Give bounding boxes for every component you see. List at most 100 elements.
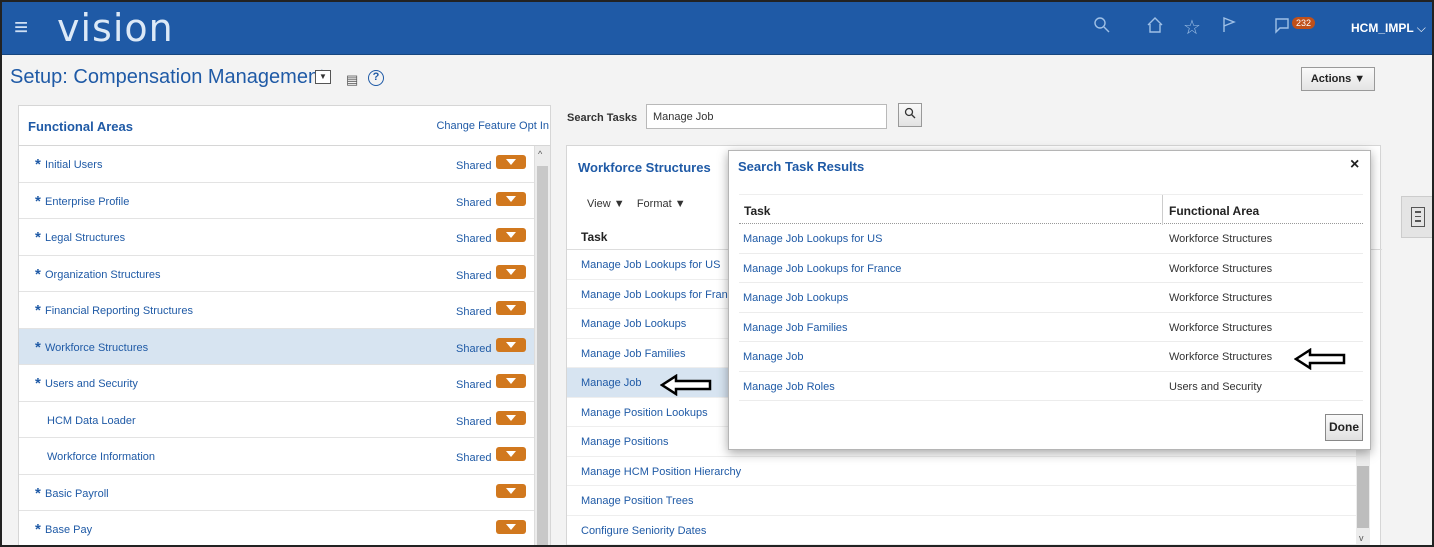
task-link[interactable]: Manage Position Trees (581, 495, 694, 507)
search-task-results-dialog: Search Task Results × Task Functional Ar… (728, 150, 1371, 450)
col-task-header[interactable]: Task (744, 204, 770, 218)
task-list-scrollbar[interactable]: v (1356, 446, 1370, 545)
functional-area-row[interactable]: HCM Data Loader Shared (19, 402, 550, 438)
result-task-link[interactable]: Manage Job Lookups (743, 292, 848, 304)
col-functional-area-header[interactable]: Functional Area (1169, 204, 1259, 218)
hamburger-icon[interactable]: ≡ (14, 16, 28, 40)
shared-label: Shared (456, 415, 492, 428)
functional-area-menu-button[interactable] (496, 483, 526, 498)
flag-icon[interactable] (1217, 16, 1241, 40)
result-task-link[interactable]: Manage Job (743, 351, 804, 363)
functional-area-label[interactable]: Organization Structures (45, 269, 161, 281)
functional-area-menu-button[interactable] (496, 410, 526, 425)
functional-area-menu-button[interactable] (496, 264, 526, 279)
task-link[interactable]: Manage Job Lookups for US (581, 259, 720, 271)
change-feature-opt-in-link[interactable]: Change Feature Opt In (436, 120, 549, 132)
functional-area-menu-button[interactable] (496, 228, 526, 242)
result-row[interactable]: Manage Job Families Workforce Structures (739, 313, 1363, 342)
scroll-thumb[interactable] (537, 166, 548, 545)
search-button[interactable] (898, 103, 922, 127)
functional-area-menu-button[interactable] (496, 155, 526, 169)
functional-areas-scrollbar[interactable]: ^ (534, 146, 550, 545)
functional-area-label[interactable]: Basic Payroll (45, 488, 109, 500)
functional-area-label[interactable]: Users and Security (45, 378, 138, 390)
star-icon[interactable]: ☆ (1180, 16, 1204, 40)
home-icon[interactable] (1143, 16, 1167, 40)
result-functional-area: Workforce Structures (1169, 292, 1273, 304)
task-link[interactable]: Manage HCM Position Hierarchy (581, 466, 741, 478)
required-star-icon: * (35, 265, 41, 283)
table-toolbar: View ▼ Format ▼ (587, 198, 686, 210)
functional-area-row[interactable]: * Organization Structures Shared (19, 256, 550, 292)
functional-area-row[interactable]: * Users and Security Shared (19, 365, 550, 402)
task-link[interactable]: Manage Job (581, 377, 642, 389)
app-logo[interactable]: vision (57, 6, 174, 50)
functional-area-row[interactable]: * Legal Structures Shared (19, 219, 550, 256)
task-link[interactable]: Manage Job Lookups for France (581, 289, 739, 301)
functional-area-menu-button[interactable] (496, 191, 526, 206)
page-title: Setup: Compensation Management (10, 66, 325, 88)
view-menu[interactable]: View ▼ (587, 198, 625, 210)
scroll-thumb[interactable] (1357, 466, 1369, 528)
shared-label: Shared (456, 196, 492, 209)
task-link[interactable]: Manage Job Families (581, 348, 686, 360)
result-task-link[interactable]: Manage Job Roles (743, 381, 835, 393)
task-link[interactable]: Manage Positions (581, 436, 668, 448)
functional-area-row[interactable]: * Enterprise Profile Shared (19, 183, 550, 219)
task-link[interactable]: Manage Job Lookups (581, 318, 686, 330)
close-icon[interactable]: × (1350, 156, 1359, 174)
functional-area-label[interactable]: Legal Structures (45, 232, 125, 244)
scroll-up-icon[interactable]: ^ (538, 149, 542, 159)
title-dropdown-button[interactable]: ▼ (315, 70, 331, 84)
task-row[interactable]: Configure Seniority Dates (567, 516, 1357, 545)
functional-area-row[interactable]: * Base Pay (19, 511, 550, 545)
functional-area-row[interactable]: * Basic Payroll (19, 475, 550, 511)
functional-area-label[interactable]: Financial Reporting Structures (45, 305, 193, 317)
task-link[interactable]: Manage Position Lookups (581, 407, 708, 419)
functional-area-label[interactable]: Initial Users (45, 159, 102, 171)
functional-area-label[interactable]: HCM Data Loader (47, 415, 136, 427)
result-row[interactable]: Manage Job Workforce Structures (739, 342, 1363, 372)
done-button[interactable]: Done (1325, 414, 1363, 441)
functional-area-menu-button[interactable] (496, 447, 526, 461)
result-functional-area: Workforce Structures (1169, 262, 1273, 275)
result-row[interactable]: Manage Job Lookups for US Workforce Struc… (739, 224, 1363, 254)
result-functional-area: Users and Security (1169, 380, 1262, 393)
user-menu[interactable]: HCM_IMPL ⌵ (1351, 21, 1426, 36)
dialog-title: Search Task Results (738, 159, 865, 174)
functional-area-menu-button[interactable] (496, 374, 526, 388)
functional-area-menu-button[interactable] (496, 520, 526, 534)
functional-area-menu-button[interactable] (496, 301, 526, 315)
task-row[interactable]: Manage HCM Position Hierarchy (567, 457, 1357, 486)
functional-area-label[interactable]: Base Pay (45, 524, 92, 536)
notes-icon[interactable]: ▤ (346, 72, 358, 88)
functional-area-label[interactable]: Workforce Structures (45, 342, 148, 354)
result-row[interactable]: Manage Job Lookups Workforce Structures (739, 283, 1363, 313)
result-task-link[interactable]: Manage Job Lookups for US (743, 233, 882, 245)
result-task-link[interactable]: Manage Job Lookups for France (743, 263, 901, 275)
left-arrow-annotation-icon (1294, 348, 1346, 370)
column-divider[interactable] (1162, 195, 1163, 225)
search-tasks-input[interactable] (646, 104, 887, 129)
search-icon[interactable] (1090, 16, 1114, 40)
task-row[interactable]: Manage Position Trees (567, 486, 1357, 516)
format-menu[interactable]: Format ▼ (637, 198, 686, 210)
functional-area-label[interactable]: Enterprise Profile (45, 196, 129, 208)
scroll-down-icon[interactable]: v (1359, 533, 1364, 543)
chevron-down-icon: ⌵ (1416, 21, 1426, 35)
task-link[interactable]: Configure Seniority Dates (581, 525, 706, 537)
functional-area-row[interactable]: * Workforce Structures Shared (19, 328, 550, 365)
functional-area-row[interactable]: Workforce Information Shared (19, 438, 550, 475)
result-row[interactable]: Manage Job Roles Users and Security (739, 372, 1363, 401)
help-icon[interactable]: ? (368, 70, 384, 86)
actions-button[interactable]: Actions ▼ (1301, 67, 1375, 91)
required-star-icon: * (35, 302, 41, 319)
functional-area-row[interactable]: * Financial Reporting Structures Shared (19, 292, 550, 329)
result-task-link[interactable]: Manage Job Families (743, 322, 848, 334)
functional-area-menu-button[interactable] (496, 337, 526, 352)
side-panel-toggle[interactable] (1401, 196, 1432, 238)
results-table-header: Task Functional Area (739, 194, 1363, 225)
functional-area-label[interactable]: Workforce Information (47, 451, 155, 463)
functional-area-row[interactable]: * Initial Users Shared (19, 146, 550, 183)
result-row[interactable]: Manage Job Lookups for France Workforce S… (739, 254, 1363, 283)
